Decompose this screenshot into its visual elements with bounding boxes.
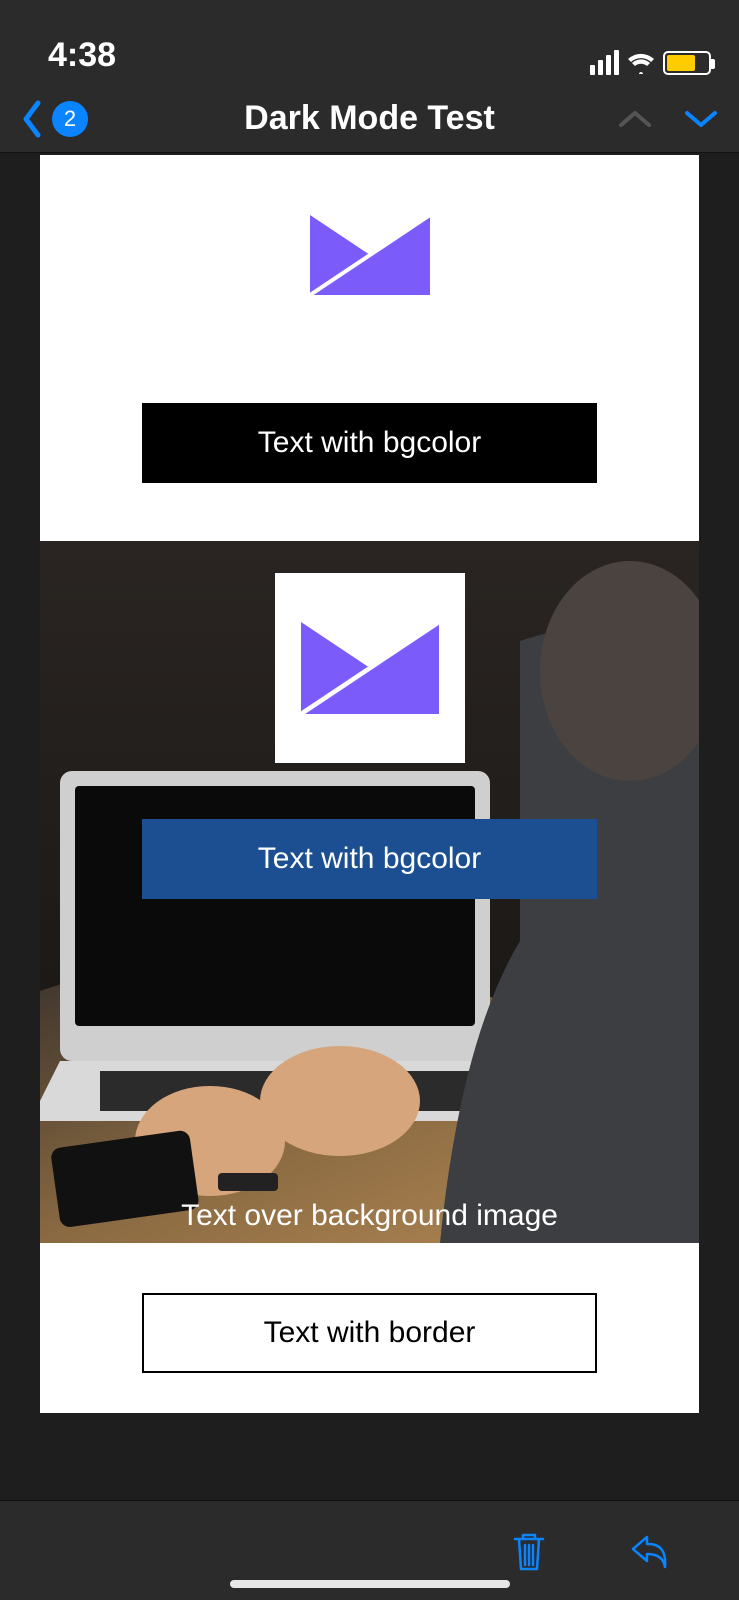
message-body[interactable]: Text with bgcolor	[0, 153, 739, 1500]
page-title: Dark Mode Test	[244, 99, 495, 138]
next-message-button[interactable]	[683, 107, 719, 131]
back-button[interactable]: 2	[20, 100, 88, 138]
nav-bar: 2 Dark Mode Test	[0, 85, 739, 153]
prev-message-button[interactable]	[617, 107, 653, 131]
section-border: Text with border	[40, 1243, 699, 1413]
section-photo-bg: Text with bgcolor Text over background i…	[40, 541, 699, 1243]
bgcolor-label-blue: Text with bgcolor	[142, 819, 597, 899]
wifi-icon	[627, 52, 655, 74]
status-bar: 4:38	[0, 0, 739, 85]
overlay-text: Text over background image	[40, 1199, 699, 1233]
status-icons	[590, 50, 711, 75]
logo-icon	[300, 622, 440, 714]
home-indicator[interactable]	[230, 1580, 510, 1588]
cellular-signal-icon	[590, 50, 619, 75]
logo-icon	[40, 215, 699, 295]
logo-on-photo	[275, 573, 465, 763]
reply-button[interactable]	[629, 1529, 669, 1573]
border-label: Text with border	[142, 1293, 597, 1373]
battery-icon	[663, 51, 711, 75]
bgcolor-label-black: Text with bgcolor	[142, 403, 597, 483]
section-white: Text with bgcolor	[40, 155, 699, 541]
chevron-left-icon	[20, 100, 44, 138]
clock: 4:38	[48, 36, 116, 75]
trash-button[interactable]	[509, 1529, 549, 1573]
unread-count-badge: 2	[52, 101, 88, 137]
